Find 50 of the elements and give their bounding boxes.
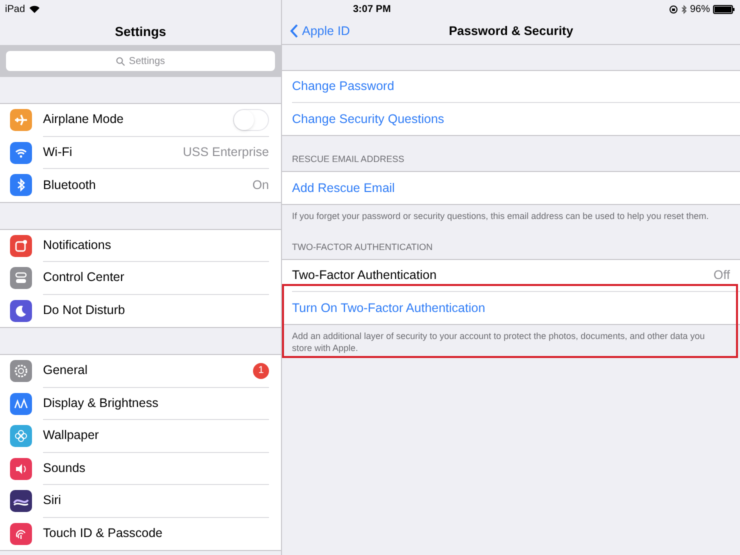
settings-row[interactable]: General 1 bbox=[0, 355, 281, 388]
battery-icon bbox=[713, 4, 735, 14]
page-title: Password & Security bbox=[448, 22, 574, 40]
link-row[interactable]: Add Rescue Email bbox=[292, 178, 395, 198]
row-value: Off bbox=[714, 267, 730, 284]
settings-row[interactable]: Wi-Fi USS Enterprise bbox=[0, 136, 281, 169]
chevron-left-icon bbox=[290, 24, 298, 38]
settings-row[interactable]: Airplane Mode bbox=[0, 104, 281, 136]
settings-row[interactable]: Notifications bbox=[0, 230, 281, 262]
row-label: Do Not Disturb bbox=[43, 302, 126, 320]
row-label: Wi-Fi bbox=[43, 144, 74, 161]
link-row[interactable]: Change Password bbox=[292, 77, 394, 96]
row-label: Bluetooth bbox=[43, 176, 97, 194]
row-label: Notifications bbox=[43, 236, 112, 254]
settings-row[interactable]: Display & Brightness bbox=[0, 388, 281, 420]
settings-row[interactable]: Control Center bbox=[0, 262, 281, 294]
device-name: iPad bbox=[5, 2, 26, 16]
settings-row[interactable]: Do Not Disturb bbox=[0, 294, 281, 327]
row-label: Airplane Mode bbox=[43, 111, 125, 128]
link-row[interactable]: Change Security Questions bbox=[292, 110, 444, 128]
section-footer: If you forget your password or security questions, this email address can be used to help you reset them. bbox=[292, 210, 718, 222]
notification-badge: 1 bbox=[253, 362, 269, 379]
section-header: TWO-FACTOR AUTHENTICATION bbox=[292, 240, 433, 254]
search-placeholder: Settings bbox=[128, 54, 166, 68]
row-label: Display & Brightness bbox=[43, 394, 160, 412]
row-label: Touch ID & Passcode bbox=[43, 525, 164, 542]
toggle-switch[interactable] bbox=[233, 108, 269, 131]
row-value: On bbox=[252, 176, 269, 194]
bluetooth-icon bbox=[680, 4, 687, 14]
status-time: 3:07 PM bbox=[353, 2, 391, 16]
row-value: USS Enterprise bbox=[182, 144, 269, 161]
section-header: RESCUE EMAIL ADDRESS bbox=[292, 152, 404, 166]
orientation-lock-icon bbox=[668, 4, 678, 14]
link-row[interactable]: Turn On Two-Factor Authentication bbox=[292, 298, 486, 318]
settings-row[interactable]: Bluetooth On bbox=[0, 169, 281, 202]
settings-row[interactable]: Touch ID & Passcode bbox=[0, 518, 281, 550]
settings-row[interactable]: Wallpaper bbox=[0, 420, 281, 452]
section-footer: Add an additional layer of security to your account to protect the photos, documents, and other data you store with Apple. bbox=[292, 330, 718, 354]
row-label: Wallpaper bbox=[43, 427, 100, 444]
battery-percentage: 96% bbox=[690, 2, 710, 16]
sidebar-title: Settings bbox=[114, 22, 168, 41]
row-label: Control Center bbox=[43, 269, 126, 286]
settings-row[interactable]: Sounds bbox=[0, 452, 281, 485]
wifi-signal-icon bbox=[29, 5, 40, 13]
search-icon bbox=[116, 56, 125, 66]
row-label: General bbox=[43, 362, 88, 380]
row-label: Siri bbox=[43, 492, 62, 510]
row-label: Sounds bbox=[43, 460, 86, 477]
row-label: Two-Factor Authentication bbox=[292, 267, 438, 284]
settings-row[interactable]: Siri bbox=[0, 485, 281, 518]
